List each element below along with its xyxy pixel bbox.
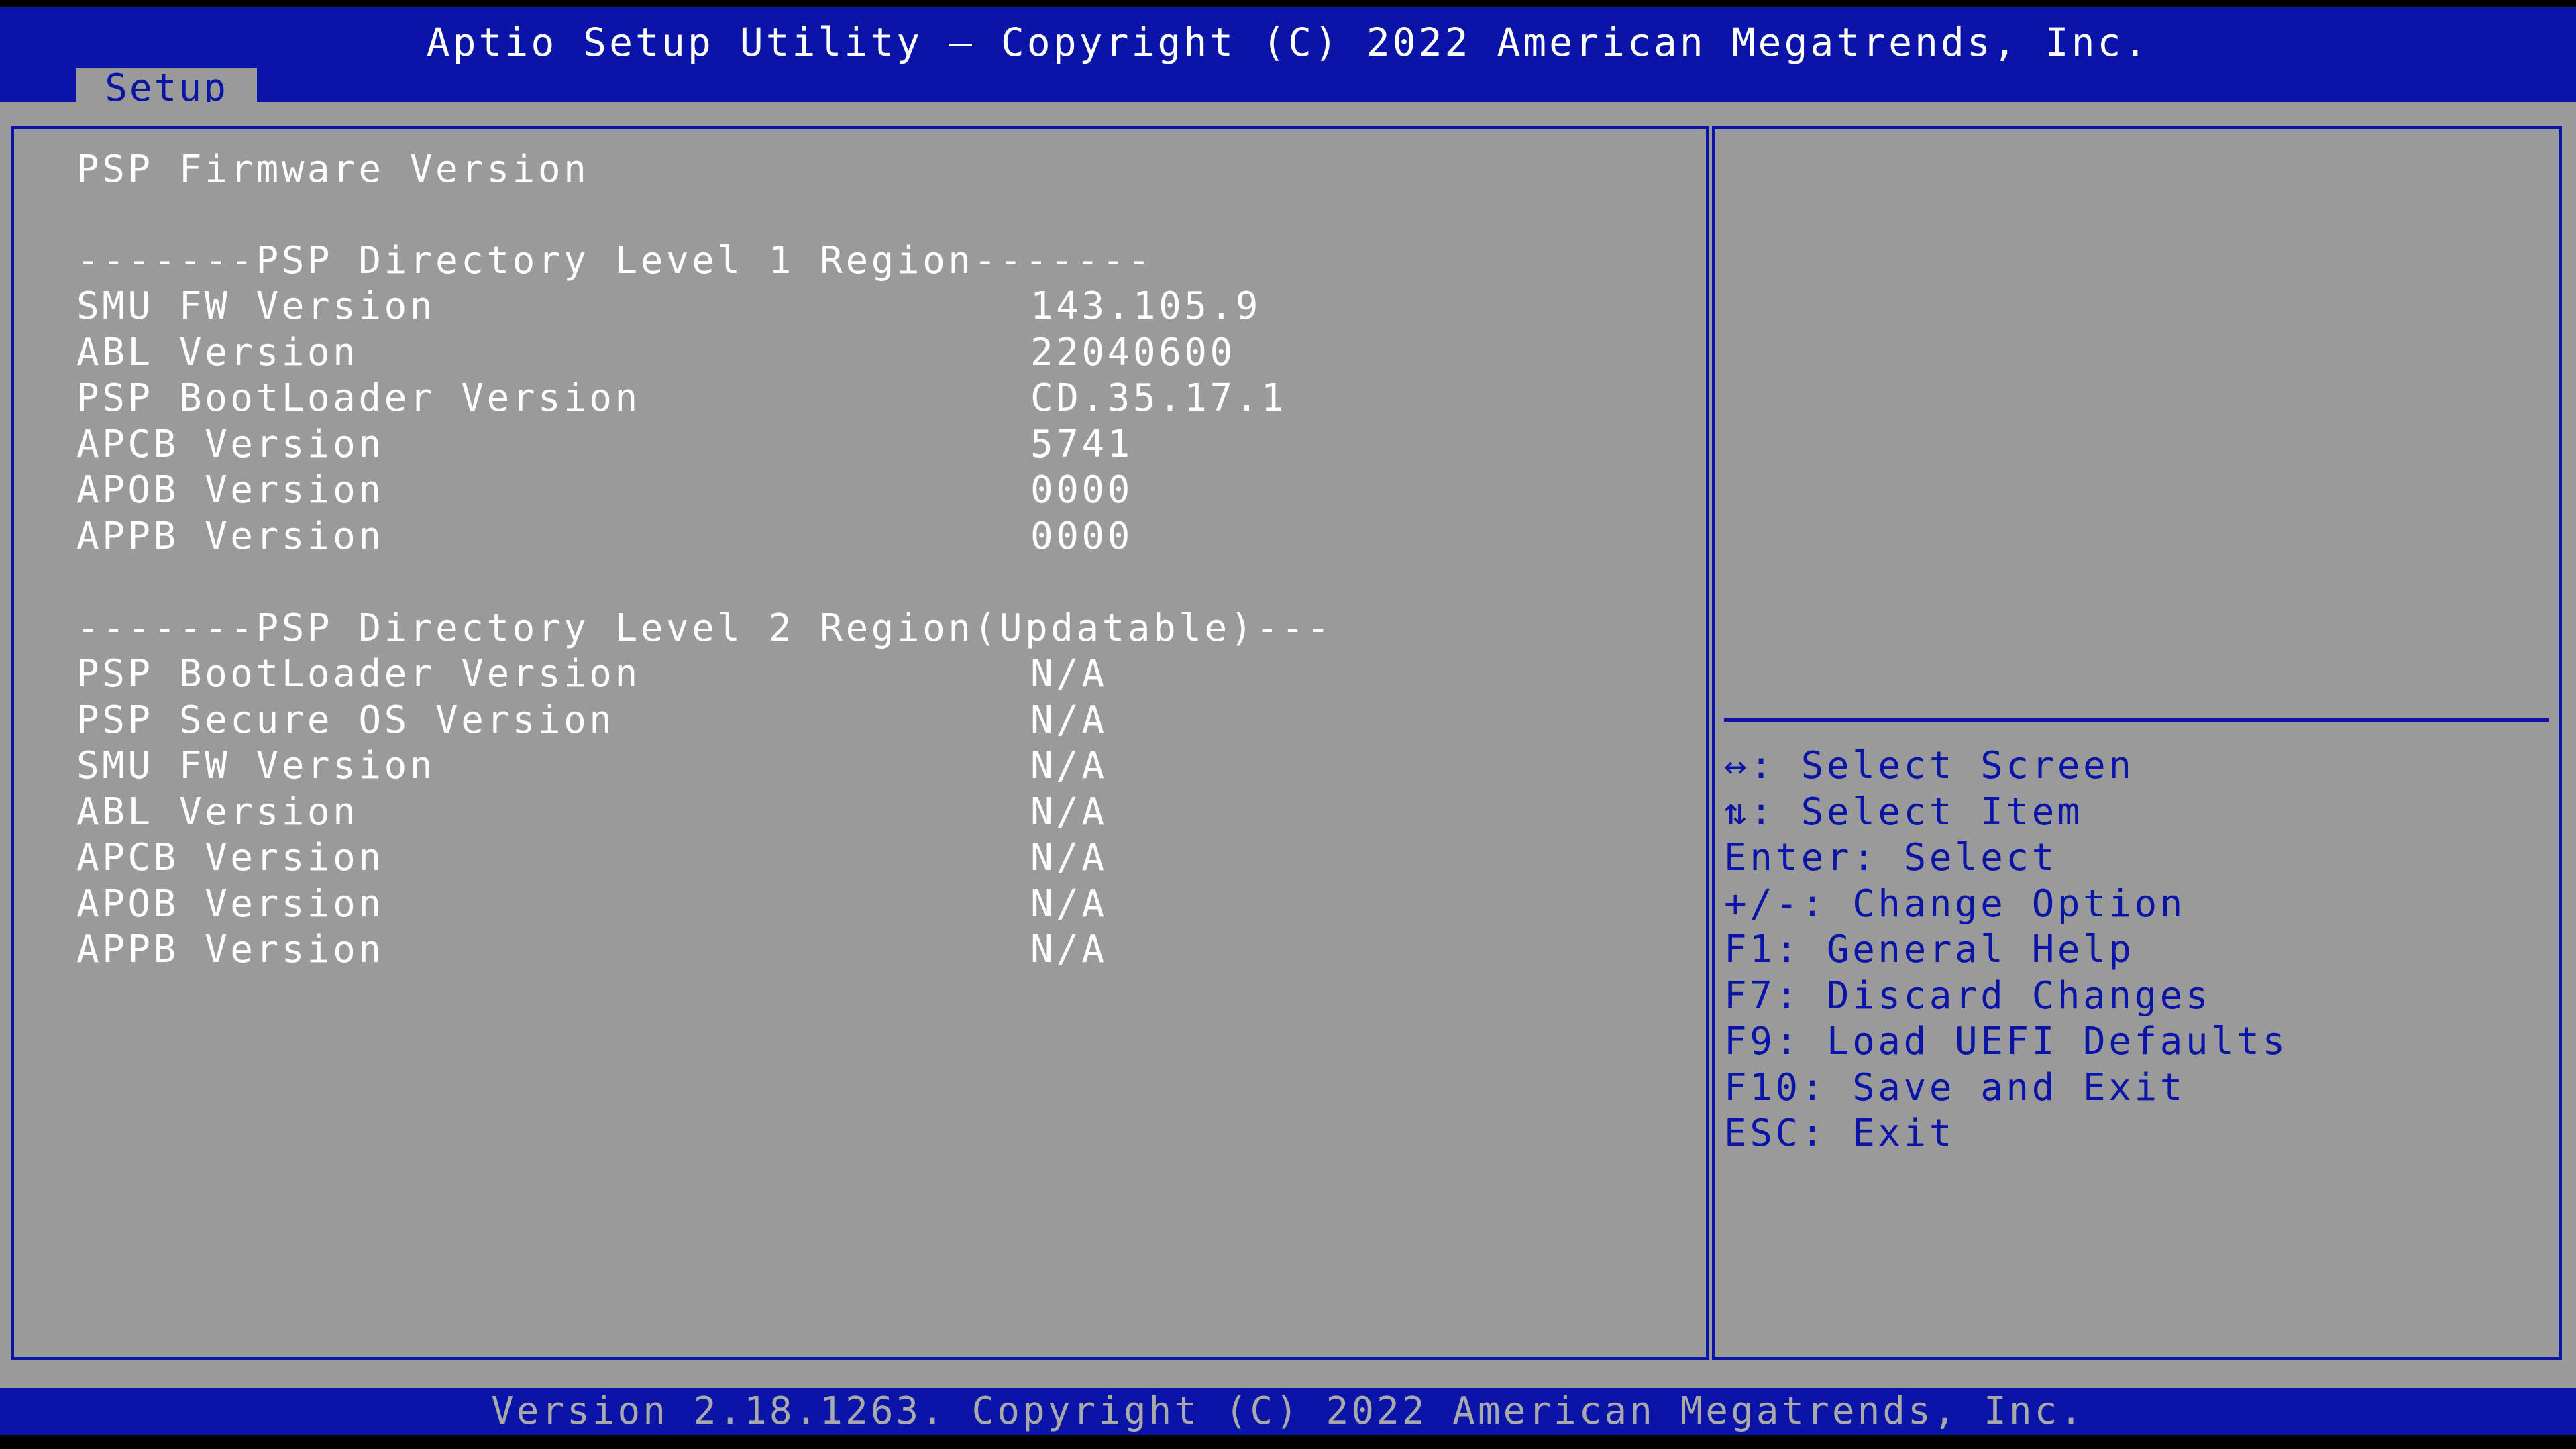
s2-row-value: N/A xyxy=(1030,744,1108,788)
help-desc: Save and Exit xyxy=(1826,1066,2186,1110)
s2-row-label: PSP BootLoader Version xyxy=(76,652,641,696)
help-key: ↔: xyxy=(1724,744,1776,788)
s1-row-value: 0000 xyxy=(1030,468,1133,512)
help-key: ESC: xyxy=(1724,1112,1827,1155)
help-load-defaults: F9: Load UEFI Defaults xyxy=(1724,1019,2288,1065)
s2-row-label: APOB Version xyxy=(76,882,384,926)
help-general-help: F1: General Help xyxy=(1724,927,2134,973)
help-key: +/-: xyxy=(1724,882,1827,926)
help-change-option: +/-: Change Option xyxy=(1724,881,2186,927)
help-desc: Exit xyxy=(1826,1112,1955,1155)
help-desc: General Help xyxy=(1801,928,2135,971)
s1-row-label: PSP BootLoader Version xyxy=(76,376,641,420)
help-desc: Load UEFI Defaults xyxy=(1801,1020,2288,1063)
s1-row-value: 143.105.9 xyxy=(1030,284,1261,328)
version-text: Version 2.18.1263. Copyright (C) 2022 Am… xyxy=(490,1389,2086,1433)
help-desc: Change Option xyxy=(1826,882,2186,926)
app-title: Aptio Setup Utility – Copyright (C) 2022… xyxy=(426,19,2150,65)
help-key: F9: xyxy=(1724,1020,1801,1063)
s1-row-label: ABL Version xyxy=(76,331,359,374)
s1-row-value: 5741 xyxy=(1030,423,1133,466)
s1-row-label: APOB Version xyxy=(76,468,384,512)
s2-row-value: N/A xyxy=(1030,928,1108,971)
section2-title: -------PSP Directory Level 2 Region(Upda… xyxy=(76,606,1333,650)
help-save-exit: F10: Save and Exit xyxy=(1724,1065,2186,1111)
section1-title: -------PSP Directory Level 1 Region-----… xyxy=(76,239,1154,282)
help-enter: Enter: Select xyxy=(1724,835,2057,881)
s1-row-value: CD.35.17.1 xyxy=(1030,376,1287,420)
help-key: F7: xyxy=(1724,974,1801,1018)
help-key: F10: xyxy=(1724,1066,1827,1110)
s2-row-label: ABL Version xyxy=(76,790,359,834)
title-bar: Aptio Setup Utility – Copyright (C) 2022… xyxy=(0,7,2576,109)
main-area: PSP Firmware Version -------PSP Director… xyxy=(0,102,2576,1388)
s2-row-label: APCB Version xyxy=(76,836,384,879)
s2-row-label: APPB Version xyxy=(76,928,384,971)
help-exit: ESC: Exit xyxy=(1724,1111,1955,1157)
help-desc: Select xyxy=(1878,836,2057,879)
s2-row-value: N/A xyxy=(1030,882,1108,926)
s1-row-value: 0000 xyxy=(1030,515,1133,558)
s2-row-label: PSP Secure OS Version xyxy=(76,698,615,742)
page-heading: PSP Firmware Version xyxy=(76,148,590,191)
s1-row-value: 22040600 xyxy=(1030,331,1236,374)
version-bar: Version 2.18.1263. Copyright (C) 2022 Am… xyxy=(0,1388,2576,1435)
help-desc: Select Screen xyxy=(1775,744,2135,788)
s2-row-label: SMU FW Version xyxy=(76,744,436,788)
help-key: Enter: xyxy=(1724,836,1878,879)
help-select-item: ⇅: Select Item xyxy=(1724,790,2083,835)
help-discard-changes: F7: Discard Changes xyxy=(1724,973,2211,1019)
s2-row-value: N/A xyxy=(1030,836,1108,879)
help-key: F1: xyxy=(1724,928,1801,971)
s2-row-value: N/A xyxy=(1030,652,1108,696)
help-key: ⇅: xyxy=(1724,790,1776,834)
help-desc: Select Item xyxy=(1775,790,2084,834)
s2-row-value: N/A xyxy=(1030,790,1108,834)
s1-row-label: APPB Version xyxy=(76,515,384,558)
s1-row-label: APCB Version xyxy=(76,423,384,466)
help-divider xyxy=(1724,718,2549,722)
s1-row-label: SMU FW Version xyxy=(76,284,436,328)
s2-row-value: N/A xyxy=(1030,698,1108,742)
help-select-screen: ↔: Select Screen xyxy=(1724,743,2134,789)
help-desc: Discard Changes xyxy=(1801,974,2212,1018)
